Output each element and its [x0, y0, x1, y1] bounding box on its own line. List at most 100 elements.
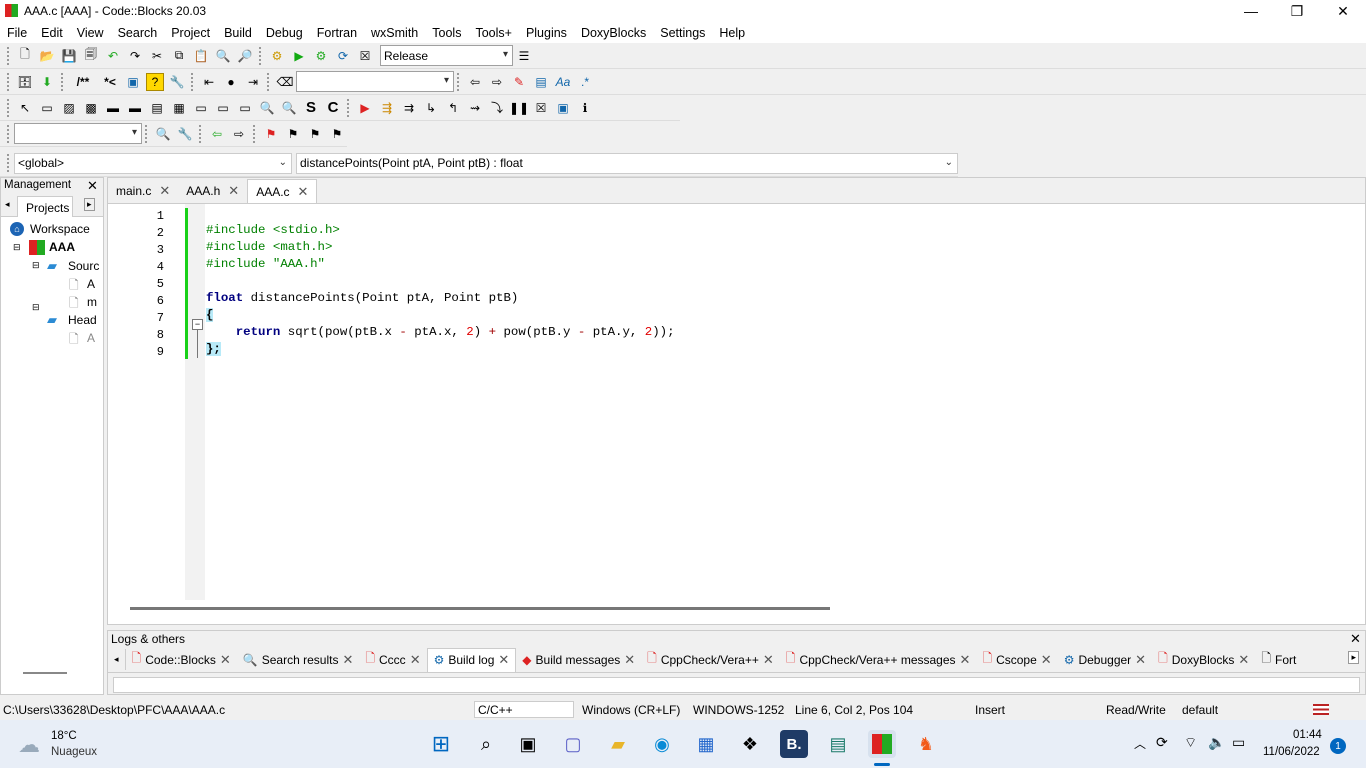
close-tab-icon[interactable]: ✕	[498, 652, 509, 668]
box3-icon[interactable]: ▭	[236, 99, 254, 117]
cut-icon[interactable]: ✂	[148, 47, 166, 65]
tree-workspace[interactable]: Workspace	[30, 222, 90, 236]
stop-debug-icon[interactable]: ☒	[532, 99, 550, 117]
abort-icon[interactable]: ☒	[356, 47, 374, 65]
panel3-icon[interactable]: ▤	[148, 99, 166, 117]
info-icon[interactable]: ℹ	[576, 99, 594, 117]
find-icon[interactable]: 🔍	[214, 47, 232, 65]
pause-icon[interactable]: ❚❚	[509, 99, 529, 117]
close-tab-icon[interactable]: ✕	[1135, 652, 1146, 668]
symbol-combo[interactable]: ▾	[14, 123, 142, 144]
debug-windows-icon[interactable]: ▣	[554, 99, 572, 117]
start-icon[interactable]: ⊞	[427, 730, 455, 758]
clear-icon[interactable]: ⌫	[276, 73, 294, 91]
chat-icon[interactable]: ▢	[559, 730, 587, 758]
toggle-bookmark-icon[interactable]: ⚑	[262, 125, 280, 143]
frame-icon[interactable]: ▭	[38, 99, 56, 117]
close-tab-icon[interactable]: ✕	[1041, 652, 1052, 668]
file-explorer-icon[interactable]: ▰	[604, 730, 632, 758]
pointer-icon[interactable]: ↖	[16, 99, 34, 117]
menu-doxyblocks[interactable]: DoxyBlocks	[574, 26, 653, 40]
menu-tools-plus[interactable]: Tools+	[468, 26, 518, 40]
panel-icon[interactable]: ▬	[104, 99, 122, 117]
s-icon[interactable]: S	[302, 99, 320, 117]
close-tab-icon[interactable]: ✕	[410, 652, 421, 668]
redo-icon[interactable]: ↷	[126, 47, 144, 65]
code-area[interactable]: #include <stdio.h> #include <math.h> #incl…	[206, 204, 1361, 600]
selected-text-icon[interactable]: ▤	[532, 73, 550, 91]
jump-forward-icon[interactable]: ⇨	[230, 125, 248, 143]
tab-scroll-right-icon[interactable]: ▸	[1348, 651, 1359, 664]
collapse-icon[interactable]: ⊟	[32, 260, 40, 271]
log-tab[interactable]: 🔍 Search results ✕	[237, 652, 360, 668]
horizontal-scrollbar[interactable]	[130, 607, 830, 610]
menu-tools[interactable]: Tools	[425, 26, 468, 40]
search-icon[interactable]: ⌕	[472, 730, 500, 758]
save-all-icon[interactable]: 🗐	[82, 47, 100, 65]
tab-projects[interactable]: Projects	[17, 196, 73, 217]
image-icon[interactable]: ▨	[60, 99, 78, 117]
log-tab[interactable]: 🗋 CppCheck/Vera++ messages ✕	[780, 649, 977, 670]
codeblocks-task-icon[interactable]	[868, 730, 896, 758]
log-content[interactable]	[113, 677, 1360, 693]
b-app-icon[interactable]: B.	[780, 730, 808, 758]
close-tab-icon[interactable]: ✕	[624, 652, 635, 668]
regex-icon[interactable]: .*	[576, 73, 594, 91]
notification-badge[interactable]: 1	[1330, 738, 1346, 754]
scope-function-select[interactable]: distancePoints(Point ptA, Point ptB) : f…	[296, 152, 958, 174]
build-target-select[interactable]: Release ▾	[380, 45, 513, 66]
collapse-icon[interactable]: ⊟	[13, 242, 21, 253]
forward-icon[interactable]: ⇨	[488, 73, 506, 91]
menu-fortran[interactable]: Fortran	[310, 26, 364, 40]
edge-icon[interactable]: ◉	[648, 730, 676, 758]
tab-scroll-left-icon[interactable]: ◂	[114, 654, 119, 665]
tree-headers[interactable]: Head	[68, 313, 97, 327]
menu-build[interactable]: Build	[217, 26, 259, 40]
menu-edit[interactable]: Edit	[34, 26, 70, 40]
log-tab[interactable]: 🗋 Code::Blocks ✕	[124, 649, 237, 670]
tab-aaa-c[interactable]: AAA.c ✕	[247, 179, 318, 203]
search-combo[interactable]: ▾	[296, 71, 454, 92]
close-management-icon[interactable]: ✕	[87, 178, 98, 194]
log-tab[interactable]: 🗋 DoxyBlocks ✕	[1152, 649, 1255, 670]
close-tab-icon[interactable]: ✕	[220, 652, 231, 668]
tab-scroll-left-icon[interactable]: ◂	[5, 199, 10, 210]
debug-run-icon[interactable]: ▶	[356, 99, 374, 117]
tools-icon[interactable]: 🔧	[176, 125, 194, 143]
close-tab-icon[interactable]: ✕	[298, 184, 309, 200]
target-options-icon[interactable]: ☰	[515, 47, 533, 65]
run-icon[interactable]: ▶	[290, 47, 308, 65]
sync-icon[interactable]: ⟳	[1156, 734, 1168, 751]
menu-help[interactable]: Help	[712, 26, 752, 40]
speaker-icon[interactable]: 🔈	[1208, 734, 1225, 751]
step-into-debug-icon[interactable]: ↳	[422, 99, 440, 117]
close-tab-icon[interactable]: ✕	[1238, 652, 1249, 668]
menu-search[interactable]: Search	[111, 26, 165, 40]
tree-header-file[interactable]: A	[87, 331, 95, 345]
log-tab[interactable]: ◆ Build messages ✕	[516, 652, 641, 668]
next-flag-icon[interactable]: ⚑	[306, 125, 324, 143]
replace-icon[interactable]: 🔎	[236, 47, 254, 65]
menu-project[interactable]: Project	[164, 26, 217, 40]
tree-project[interactable]: AAA	[49, 240, 75, 254]
zoom-in-icon[interactable]: 🔍	[258, 99, 276, 117]
panel-scrollbar[interactable]	[23, 672, 67, 674]
clock-date[interactable]: 11/06/2022	[1263, 746, 1320, 758]
store-icon[interactable]: ▦	[692, 730, 720, 758]
tab-aaa-h[interactable]: AAA.h ✕	[178, 179, 247, 203]
box-icon[interactable]: ▭	[192, 99, 210, 117]
panel2-icon[interactable]: ▬	[126, 99, 144, 117]
dropbox-icon[interactable]: ❖	[736, 730, 764, 758]
comment-icon[interactable]: /**	[70, 73, 96, 91]
clock-time[interactable]: 01:44	[1293, 729, 1322, 741]
brave-icon[interactable]: ♞	[912, 730, 940, 758]
step-into-icon[interactable]: ⬇	[38, 73, 56, 91]
database-icon[interactable]: 🗄	[16, 73, 34, 91]
prev-flag-icon[interactable]: ⚑	[284, 125, 302, 143]
close-tab-icon[interactable]: ✕	[960, 652, 971, 668]
notepad-icon[interactable]: ▤	[824, 730, 852, 758]
jump-back-icon[interactable]: ⇦	[208, 125, 226, 143]
task-view-icon[interactable]: ▣	[514, 730, 542, 758]
close-tab-icon[interactable]: ✕	[763, 652, 774, 668]
scope-global-select[interactable]: <global> ⌄	[14, 152, 292, 174]
